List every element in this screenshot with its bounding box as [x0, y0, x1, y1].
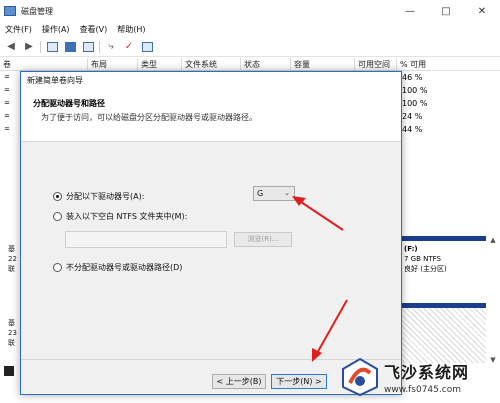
percent-free: 46 % — [402, 73, 423, 82]
watermark-text: 飞沙系统网 — [384, 362, 470, 382]
chevron-down-icon: ⌄ — [284, 189, 290, 197]
dialog-header: 分配驱动器号和路径 为了便于访问，可以给磁盘分区分配驱动器号或驱动器路径。 — [21, 89, 401, 142]
volume-bullet: = — [4, 112, 10, 120]
drive-letter-value: G — [257, 189, 264, 198]
site-watermark: 飞沙系统网 www.fs0745.com — [340, 350, 500, 403]
check-icon[interactable]: ✓ — [122, 40, 136, 54]
title-bar: 磁盘管理 — □ ✕ — [0, 0, 500, 22]
maximize-button[interactable]: □ — [428, 0, 464, 22]
disk-view-icon[interactable] — [140, 40, 154, 54]
partition-status: 良好 (主分区) — [404, 265, 447, 273]
disk-size: 22 — [8, 255, 17, 263]
mount-folder-option[interactable]: 装入以下空白 NTFS 文件夹中(M): — [53, 211, 187, 222]
properties-icon[interactable] — [81, 40, 95, 54]
menu-view[interactable]: 查看(V) — [75, 24, 113, 35]
volume-bullet: = — [4, 99, 10, 107]
menu-file[interactable]: 文件(F) — [0, 24, 37, 35]
column-percent-free[interactable]: % 可用 — [397, 58, 500, 71]
browse-button[interactable]: 浏览(R)... — [234, 232, 292, 247]
assign-letter-option[interactable]: 分配以下驱动器号(A): — [53, 191, 144, 202]
volume-bullet: = — [4, 86, 10, 94]
scroll-up-icon[interactable]: ▲ — [488, 236, 498, 246]
radio-unselected-icon[interactable] — [53, 263, 62, 272]
menu-action[interactable]: 操作(A) — [37, 24, 75, 35]
disk-status: 联 — [8, 265, 15, 273]
watermark-url: www.fs0745.com — [384, 384, 461, 395]
disk-status: 联 — [8, 339, 15, 347]
close-button[interactable]: ✕ — [464, 0, 500, 22]
drive-letter-select[interactable]: G ⌄ — [253, 186, 295, 201]
connect-icon[interactable]: ⤷ — [104, 40, 118, 54]
volume-list-header: 卷 布局 类型 文件系统 状态 容量 可用空间 % 可用 — [0, 58, 500, 71]
partition-name: (F:) — [404, 245, 418, 253]
percent-free: 100 % — [402, 86, 428, 95]
column-layout[interactable]: 布局 — [88, 58, 138, 71]
volume-bullet: = — [4, 73, 10, 81]
radio-unselected-icon[interactable] — [53, 212, 62, 221]
partition-size: 7 GB NTFS — [404, 255, 441, 263]
window-title: 磁盘管理 — [21, 6, 53, 16]
partition-f[interactable]: (F:) 7 GB NTFS 良好 (主分区) — [400, 236, 486, 288]
no-assign-option[interactable]: 不分配驱动器号或驱动器路径(D) — [53, 262, 182, 273]
disk-0-info[interactable]: 基 22 联 — [8, 244, 17, 274]
assign-letter-label: 分配以下驱动器号(A): — [66, 192, 145, 201]
column-volume[interactable]: 卷 — [0, 58, 88, 71]
next-button[interactable]: 下一步(N) > — [271, 374, 327, 389]
page-title: 分配驱动器号和路径 — [33, 99, 105, 108]
disk-scrollbar[interactable]: ▲ ▼ — [488, 236, 498, 366]
column-filesystem[interactable]: 文件系统 — [182, 58, 241, 71]
disk-management-icon — [4, 6, 16, 16]
back-button[interactable]: < 上一步(B) — [212, 374, 266, 389]
disk-1-info[interactable]: 基 23 联 — [8, 318, 17, 348]
folder-path-input[interactable] — [65, 231, 227, 248]
toolbar-separator — [40, 40, 41, 53]
menu-help[interactable]: 帮助(H) — [112, 24, 150, 35]
radio-selected-icon[interactable] — [53, 192, 62, 201]
mount-folder-label: 装入以下空白 NTFS 文件夹中(M): — [66, 212, 188, 221]
help-icon[interactable] — [63, 40, 77, 54]
window-controls: — □ ✕ — [392, 0, 500, 22]
back-arrow-icon[interactable]: ◀ — [4, 40, 18, 54]
disk-label: 基 — [8, 319, 15, 327]
volume-list-icon[interactable] — [45, 40, 59, 54]
legend-unallocated-swatch — [4, 366, 14, 376]
no-assign-label: 不分配驱动器号或驱动器路径(D) — [66, 263, 183, 272]
site-logo-icon — [342, 357, 378, 396]
new-simple-volume-wizard: 新建简单卷向导 分配驱动器号和路径 为了便于访问，可以给磁盘分区分配驱动器号或驱… — [20, 71, 402, 395]
toolbar-separator — [99, 40, 100, 53]
dialog-title: 新建简单卷向导 — [21, 72, 401, 89]
column-free-space[interactable]: 可用空间 — [355, 58, 397, 71]
volume-bullet: = — [4, 125, 10, 133]
forward-arrow-icon[interactable]: ▶ — [22, 40, 36, 54]
percent-free: 100 % — [402, 99, 428, 108]
percent-free: 24 % — [402, 112, 423, 121]
page-subtitle: 为了便于访问，可以给磁盘分区分配驱动器号或驱动器路径。 — [41, 113, 257, 122]
column-status[interactable]: 状态 — [241, 58, 291, 71]
disk-size: 23 — [8, 329, 17, 337]
minimize-button[interactable]: — — [392, 0, 428, 22]
column-type[interactable]: 类型 — [138, 58, 182, 71]
toolbar: ◀ ▶ ⤷ ✓ — [0, 37, 500, 57]
menu-bar: 文件(F) 操作(A) 查看(V) 帮助(H) — [0, 22, 500, 37]
column-capacity[interactable]: 容量 — [291, 58, 355, 71]
disk-label: 基 — [8, 245, 15, 253]
percent-free: 44 % — [402, 125, 423, 134]
